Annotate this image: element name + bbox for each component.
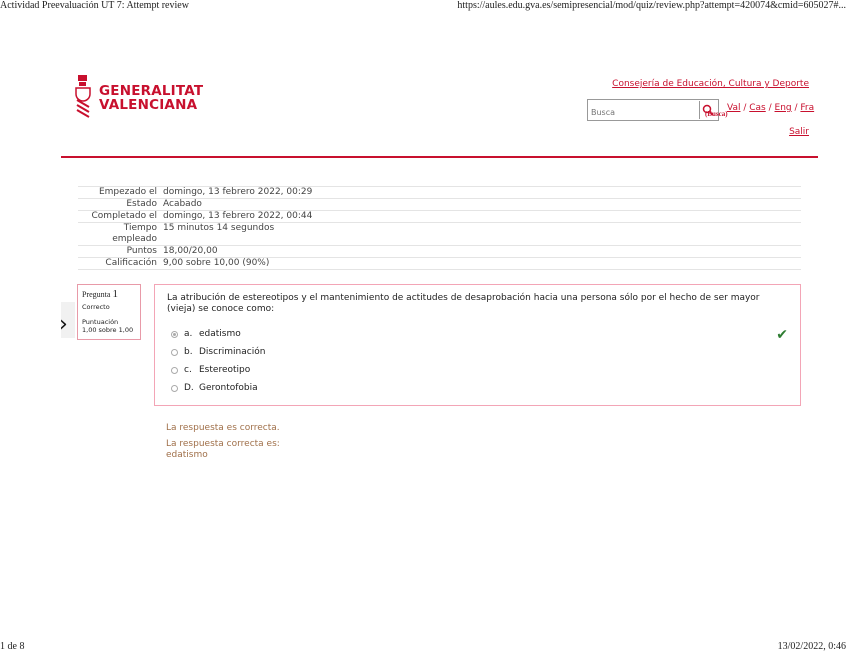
summary-label: Completado el: [91, 211, 157, 221]
search-box: [587, 99, 719, 122]
answer-letter: D.: [184, 383, 194, 393]
summary-label: Estado: [126, 199, 157, 209]
question-info-panel: Pregunta 1 Correcto Puntuación 1,00 sobr…: [77, 284, 141, 340]
summary-label: Tiempo empleado: [112, 223, 157, 244]
summary-row: Calificación 9,00 sobre 10,00 (90%): [78, 258, 801, 270]
radio-button[interactable]: [171, 348, 178, 356]
summary-row: Empezado el domingo, 13 febrero 2022, 00…: [78, 187, 801, 199]
logo-line-1: GENERALITAT: [99, 83, 204, 99]
answer-text: Discriminación: [199, 347, 266, 357]
summary-value: domingo, 13 febrero 2022, 00:44: [163, 211, 313, 221]
feedback-block: La respuesta es correcta. La respuesta c…: [166, 423, 280, 461]
summary-value: domingo, 13 febrero 2022, 00:29: [163, 187, 313, 197]
summary-row: Tiempo empleado 15 minutos 14 segundos: [78, 223, 801, 246]
search-button-label: (Busca): [705, 110, 728, 118]
summary-value: 18,00/20,00: [163, 246, 218, 256]
summary-label: Puntos: [126, 246, 157, 256]
answer-letter: a.: [184, 329, 193, 339]
answer-text: Gerontofobia: [199, 383, 258, 393]
summary-row: Estado Acabado: [78, 199, 801, 211]
attempt-summary-table: Empezado el domingo, 13 febrero 2022, 00…: [78, 186, 801, 270]
summary-value: 9,00 sobre 10,00 (90%): [163, 258, 270, 268]
answer-option[interactable]: c. Estereotipo: [171, 361, 788, 379]
score-value: 1,00 sobre 1,00: [82, 326, 134, 334]
answer-letter: c.: [184, 365, 192, 375]
summary-value: Acabado: [163, 199, 202, 209]
answer-option[interactable]: b. Discriminación: [171, 343, 788, 361]
print-page-number: 1 de 8: [0, 641, 25, 652]
language-selector: Val / Cas / Eng / Fra: [727, 103, 815, 113]
feedback-correct-answer: edatismo: [166, 450, 208, 460]
print-page-title: Actividad Preevaluación UT 7: Attempt re…: [0, 0, 189, 11]
summary-row: Puntos 18,00/20,00: [78, 246, 801, 258]
answer-text: Estereotipo: [199, 365, 251, 375]
question-state: Correcto: [82, 303, 110, 311]
generalitat-logo[interactable]: GENERALITAT VALENCIANA: [75, 75, 203, 121]
department-link[interactable]: Consejería de Educación, Cultura y Depor…: [612, 79, 809, 89]
summary-value: 15 minutos 14 segundos: [163, 223, 275, 233]
print-datetime: 13/02/2022, 0:46: [777, 641, 846, 652]
summary-row: Completado el domingo, 13 febrero 2022, …: [78, 211, 801, 223]
question-number-value: 1: [112, 288, 118, 300]
question-content-box: La atribución de estereotipos y el mante…: [154, 284, 801, 406]
feedback-correct: La respuesta es correcta.: [166, 423, 280, 433]
lang-fra-link[interactable]: Fra: [800, 103, 814, 113]
header-divider: [61, 156, 818, 158]
lang-val-link[interactable]: Val: [727, 103, 740, 113]
score-label: Puntuación: [82, 318, 119, 326]
lang-eng-link[interactable]: Eng: [775, 103, 792, 113]
question-number: Pregunta 1: [82, 288, 136, 300]
print-url: https://aules.edu.gva.es/semipresencial/…: [457, 0, 846, 11]
generalitat-emblem-icon: [75, 75, 91, 121]
question-label: Pregunta: [82, 290, 111, 299]
summary-label: Empezado el: [98, 187, 157, 197]
feedback-correct-answer-label: La respuesta correcta es:: [166, 439, 280, 449]
radio-button[interactable]: [171, 384, 178, 392]
question-text: La atribución de estereotipos y el mante…: [167, 293, 760, 314]
answer-letter: b.: [184, 347, 193, 357]
answer-option[interactable]: D. Gerontofobia: [171, 379, 788, 397]
radio-button-selected[interactable]: [171, 330, 178, 338]
radio-button[interactable]: [171, 366, 178, 374]
answer-text: edatismo: [199, 329, 241, 339]
search-input[interactable]: [591, 103, 691, 122]
chevron-right-icon[interactable]: ›: [59, 312, 68, 337]
answer-list: a. edatismo b. Discriminación c. Estereo…: [167, 325, 788, 397]
checkmark-icon: ✔: [776, 327, 788, 343]
answer-option[interactable]: a. edatismo: [171, 325, 788, 343]
summary-label: Calificación: [105, 258, 157, 268]
logo-line-2: VALENCIANA: [99, 97, 198, 113]
logout-link[interactable]: Salir: [789, 127, 809, 137]
lang-cas-link[interactable]: Cas: [749, 103, 766, 113]
